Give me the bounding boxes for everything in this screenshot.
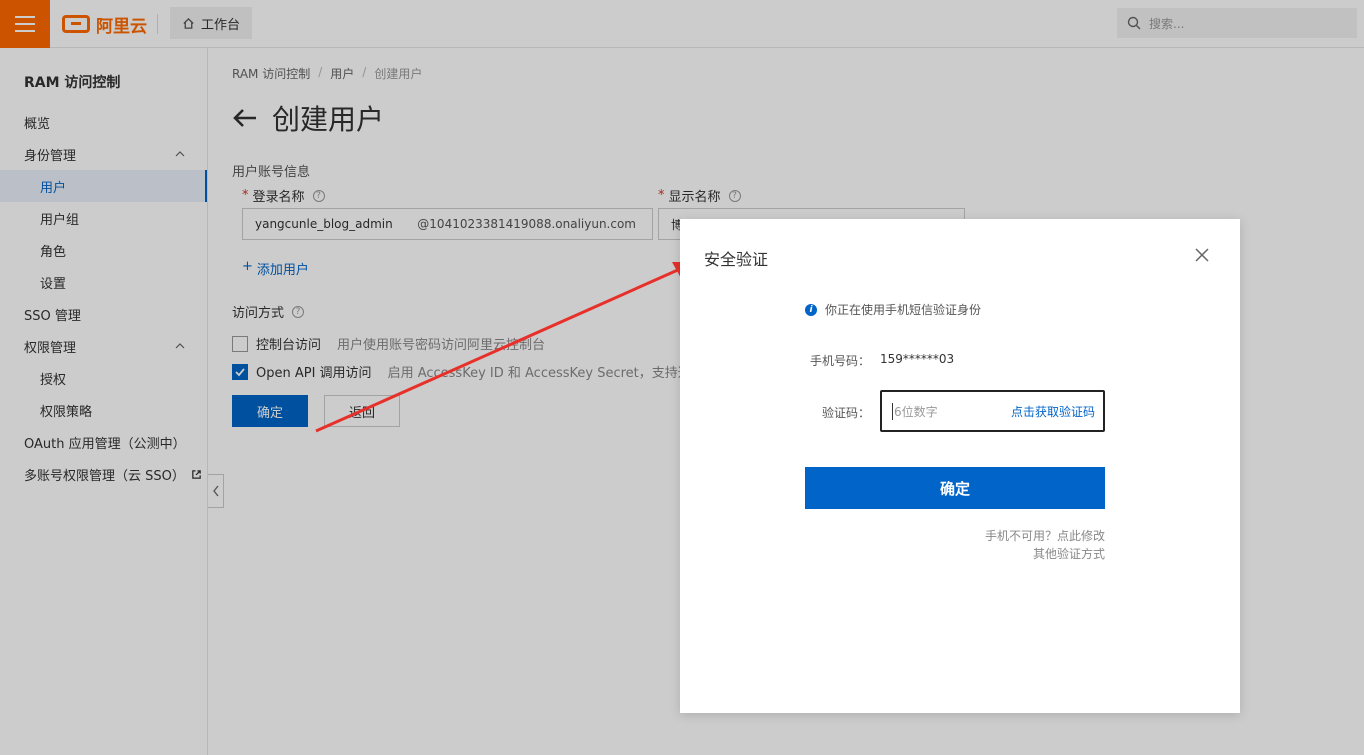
verification-code-input[interactable]: 6位数字 点击获取验证码 — [880, 390, 1105, 432]
dialog-info: i 你正在使用手机短信验证身份 — [805, 301, 981, 318]
phone-label: 手机号码： — [809, 354, 870, 368]
code-label: 验证码： — [821, 406, 870, 420]
phone-value: 159******03 — [880, 352, 955, 366]
close-icon[interactable] — [1194, 247, 1210, 263]
security-verification-dialog: 安全验证 i 你正在使用手机短信验证身份 手机号码： 159******03 验… — [680, 219, 1240, 713]
info-icon: i — [805, 303, 817, 316]
dialog-title: 安全验证 — [704, 250, 769, 269]
phone-unavailable-link[interactable]: 手机不可用？点此修改 — [905, 527, 1105, 544]
other-methods-link[interactable]: 其他验证方式 — [905, 545, 1105, 562]
code-placeholder: 6位数字 — [892, 402, 938, 420]
dialog-confirm-button[interactable]: 确定 — [805, 467, 1105, 509]
info-text: 你正在使用手机短信验证身份 — [825, 303, 982, 317]
get-code-link[interactable]: 点击获取验证码 — [1011, 403, 1095, 420]
